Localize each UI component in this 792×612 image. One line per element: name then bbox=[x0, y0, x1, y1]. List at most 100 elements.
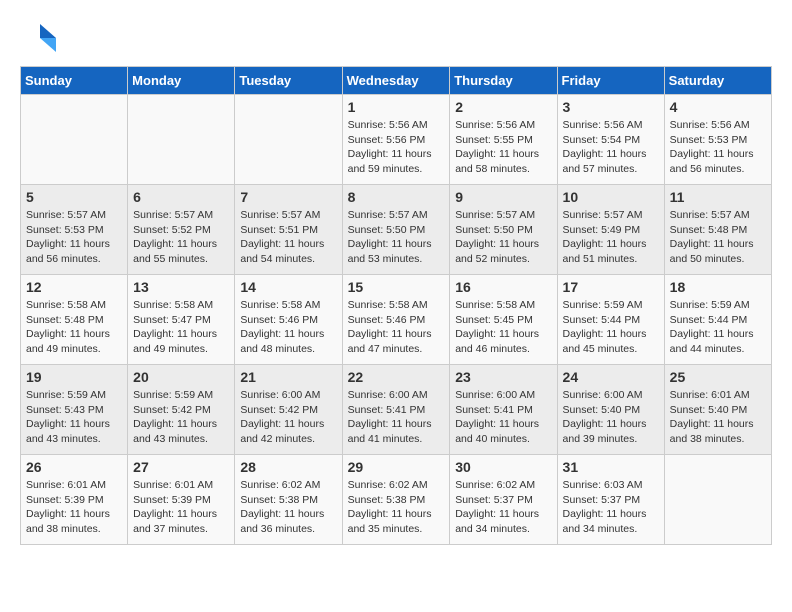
day-info: Sunrise: 5:56 AM Sunset: 5:53 PM Dayligh… bbox=[670, 118, 766, 177]
day-number: 9 bbox=[455, 189, 551, 205]
day-number: 1 bbox=[348, 99, 445, 115]
calendar-cell: 5 Sunrise: 5:57 AM Sunset: 5:53 PM Daylig… bbox=[21, 185, 128, 275]
day-header-sunday: Sunday bbox=[21, 67, 128, 95]
day-info: Sunrise: 6:02 AM Sunset: 5:38 PM Dayligh… bbox=[348, 478, 445, 537]
day-info: Sunrise: 6:02 AM Sunset: 5:37 PM Dayligh… bbox=[455, 478, 551, 537]
calendar-cell: 31 Sunrise: 6:03 AM Sunset: 5:37 PM Dayli… bbox=[557, 455, 664, 545]
day-number: 5 bbox=[26, 189, 122, 205]
day-info: Sunrise: 6:00 AM Sunset: 5:41 PM Dayligh… bbox=[455, 388, 551, 447]
calendar-cell: 30 Sunrise: 6:02 AM Sunset: 5:37 PM Dayli… bbox=[450, 455, 557, 545]
day-number: 26 bbox=[26, 459, 122, 475]
day-info: Sunrise: 5:58 AM Sunset: 5:46 PM Dayligh… bbox=[240, 298, 336, 357]
calendar-cell: 21 Sunrise: 6:00 AM Sunset: 5:42 PM Dayli… bbox=[235, 365, 342, 455]
day-number: 21 bbox=[240, 369, 336, 385]
calendar-cell: 9 Sunrise: 5:57 AM Sunset: 5:50 PM Daylig… bbox=[450, 185, 557, 275]
day-number: 4 bbox=[670, 99, 766, 115]
calendar-cell: 23 Sunrise: 6:00 AM Sunset: 5:41 PM Dayli… bbox=[450, 365, 557, 455]
day-number: 16 bbox=[455, 279, 551, 295]
day-info: Sunrise: 5:58 AM Sunset: 5:45 PM Dayligh… bbox=[455, 298, 551, 357]
day-number: 29 bbox=[348, 459, 445, 475]
day-number: 15 bbox=[348, 279, 445, 295]
calendar-cell: 25 Sunrise: 6:01 AM Sunset: 5:40 PM Dayli… bbox=[664, 365, 771, 455]
day-info: Sunrise: 5:59 AM Sunset: 5:44 PM Dayligh… bbox=[670, 298, 766, 357]
day-number: 23 bbox=[455, 369, 551, 385]
day-info: Sunrise: 5:57 AM Sunset: 5:51 PM Dayligh… bbox=[240, 208, 336, 267]
day-info: Sunrise: 6:01 AM Sunset: 5:40 PM Dayligh… bbox=[670, 388, 766, 447]
day-info: Sunrise: 5:56 AM Sunset: 5:56 PM Dayligh… bbox=[348, 118, 445, 177]
day-number: 19 bbox=[26, 369, 122, 385]
day-header-monday: Monday bbox=[128, 67, 235, 95]
day-info: Sunrise: 5:56 AM Sunset: 5:55 PM Dayligh… bbox=[455, 118, 551, 177]
calendar-cell: 3Sunrise: 5:56 AM Sunset: 5:54 PM Daylig… bbox=[557, 95, 664, 185]
day-info: Sunrise: 5:57 AM Sunset: 5:53 PM Dayligh… bbox=[26, 208, 122, 267]
day-number: 2 bbox=[455, 99, 551, 115]
calendar-cell bbox=[235, 95, 342, 185]
day-info: Sunrise: 6:03 AM Sunset: 5:37 PM Dayligh… bbox=[563, 478, 659, 537]
day-info: Sunrise: 5:57 AM Sunset: 5:50 PM Dayligh… bbox=[348, 208, 445, 267]
day-info: Sunrise: 5:59 AM Sunset: 5:44 PM Dayligh… bbox=[563, 298, 659, 357]
calendar-cell: 22Sunrise: 6:00 AM Sunset: 5:41 PM Dayli… bbox=[342, 365, 450, 455]
day-header-saturday: Saturday bbox=[664, 67, 771, 95]
day-info: Sunrise: 5:58 AM Sunset: 5:48 PM Dayligh… bbox=[26, 298, 122, 357]
day-info: Sunrise: 6:00 AM Sunset: 5:42 PM Dayligh… bbox=[240, 388, 336, 447]
day-number: 28 bbox=[240, 459, 336, 475]
calendar-week-3: 19 Sunrise: 5:59 AM Sunset: 5:43 PM Dayli… bbox=[21, 365, 772, 455]
day-number: 8 bbox=[348, 189, 445, 205]
calendar-cell: 12 Sunrise: 5:58 AM Sunset: 5:48 PM Dayli… bbox=[21, 275, 128, 365]
calendar-cell bbox=[128, 95, 235, 185]
calendar-cell: 24 Sunrise: 6:00 AM Sunset: 5:40 PM Dayli… bbox=[557, 365, 664, 455]
calendar-week-0: 1 Sunrise: 5:56 AM Sunset: 5:56 PM Daylig… bbox=[21, 95, 772, 185]
day-number: 13 bbox=[133, 279, 229, 295]
day-number: 30 bbox=[455, 459, 551, 475]
day-number: 3 bbox=[563, 99, 659, 115]
day-number: 7 bbox=[240, 189, 336, 205]
day-header-friday: Friday bbox=[557, 67, 664, 95]
day-info: Sunrise: 5:57 AM Sunset: 5:50 PM Dayligh… bbox=[455, 208, 551, 267]
day-number: 18 bbox=[670, 279, 766, 295]
calendar-cell: 26 Sunrise: 6:01 AM Sunset: 5:39 PM Dayli… bbox=[21, 455, 128, 545]
calendar-cell: 6Sunrise: 5:57 AM Sunset: 5:52 PM Daylig… bbox=[128, 185, 235, 275]
day-info: Sunrise: 5:58 AM Sunset: 5:47 PM Dayligh… bbox=[133, 298, 229, 357]
calendar-cell: 19 Sunrise: 5:59 AM Sunset: 5:43 PM Dayli… bbox=[21, 365, 128, 455]
day-info: Sunrise: 6:01 AM Sunset: 5:39 PM Dayligh… bbox=[133, 478, 229, 537]
day-info: Sunrise: 5:57 AM Sunset: 5:49 PM Dayligh… bbox=[563, 208, 659, 267]
calendar-cell: 2 Sunrise: 5:56 AM Sunset: 5:55 PM Daylig… bbox=[450, 95, 557, 185]
calendar-cell: 7 Sunrise: 5:57 AM Sunset: 5:51 PM Daylig… bbox=[235, 185, 342, 275]
calendar-cell: 10 Sunrise: 5:57 AM Sunset: 5:49 PM Dayli… bbox=[557, 185, 664, 275]
logo-icon bbox=[20, 20, 56, 56]
day-number: 11 bbox=[670, 189, 766, 205]
day-info: Sunrise: 6:01 AM Sunset: 5:39 PM Dayligh… bbox=[26, 478, 122, 537]
day-info: Sunrise: 5:59 AM Sunset: 5:42 PM Dayligh… bbox=[133, 388, 229, 447]
day-info: Sunrise: 5:57 AM Sunset: 5:48 PM Dayligh… bbox=[670, 208, 766, 267]
day-header-tuesday: Tuesday bbox=[235, 67, 342, 95]
calendar-cell: 16 Sunrise: 5:58 AM Sunset: 5:45 PM Dayli… bbox=[450, 275, 557, 365]
day-number: 12 bbox=[26, 279, 122, 295]
day-info: Sunrise: 6:02 AM Sunset: 5:38 PM Dayligh… bbox=[240, 478, 336, 537]
day-number: 20 bbox=[133, 369, 229, 385]
day-header-wednesday: Wednesday bbox=[342, 67, 450, 95]
calendar-cell: 1 Sunrise: 5:56 AM Sunset: 5:56 PM Daylig… bbox=[342, 95, 450, 185]
day-number: 25 bbox=[670, 369, 766, 385]
day-info: Sunrise: 5:58 AM Sunset: 5:46 PM Dayligh… bbox=[348, 298, 445, 357]
calendar-week-1: 5 Sunrise: 5:57 AM Sunset: 5:53 PM Daylig… bbox=[21, 185, 772, 275]
day-info: Sunrise: 6:00 AM Sunset: 5:40 PM Dayligh… bbox=[563, 388, 659, 447]
calendar-cell: 13 Sunrise: 5:58 AM Sunset: 5:47 PM Dayli… bbox=[128, 275, 235, 365]
calendar-cell: 15 Sunrise: 5:58 AM Sunset: 5:46 PM Dayli… bbox=[342, 275, 450, 365]
calendar-cell: 29 Sunrise: 6:02 AM Sunset: 5:38 PM Dayli… bbox=[342, 455, 450, 545]
calendar-cell bbox=[664, 455, 771, 545]
calendar-cell: 4 Sunrise: 5:56 AM Sunset: 5:53 PM Daylig… bbox=[664, 95, 771, 185]
calendar-week-4: 26 Sunrise: 6:01 AM Sunset: 5:39 PM Dayli… bbox=[21, 455, 772, 545]
logo bbox=[20, 20, 62, 56]
calendar-cell: 18 Sunrise: 5:59 AM Sunset: 5:44 PM Dayli… bbox=[664, 275, 771, 365]
day-number: 24 bbox=[563, 369, 659, 385]
calendar-header-row: SundayMondayTuesdayWednesdayThursdayFrid… bbox=[21, 67, 772, 95]
calendar-cell: 28 Sunrise: 6:02 AM Sunset: 5:38 PM Dayli… bbox=[235, 455, 342, 545]
day-info: Sunrise: 5:59 AM Sunset: 5:43 PM Dayligh… bbox=[26, 388, 122, 447]
calendar-cell: 20 Sunrise: 5:59 AM Sunset: 5:42 PM Dayli… bbox=[128, 365, 235, 455]
day-number: 14 bbox=[240, 279, 336, 295]
calendar-cell: 27Sunrise: 6:01 AM Sunset: 5:39 PM Dayli… bbox=[128, 455, 235, 545]
day-number: 31 bbox=[563, 459, 659, 475]
calendar-cell: 8 Sunrise: 5:57 AM Sunset: 5:50 PM Daylig… bbox=[342, 185, 450, 275]
day-number: 22 bbox=[348, 369, 445, 385]
day-number: 10 bbox=[563, 189, 659, 205]
